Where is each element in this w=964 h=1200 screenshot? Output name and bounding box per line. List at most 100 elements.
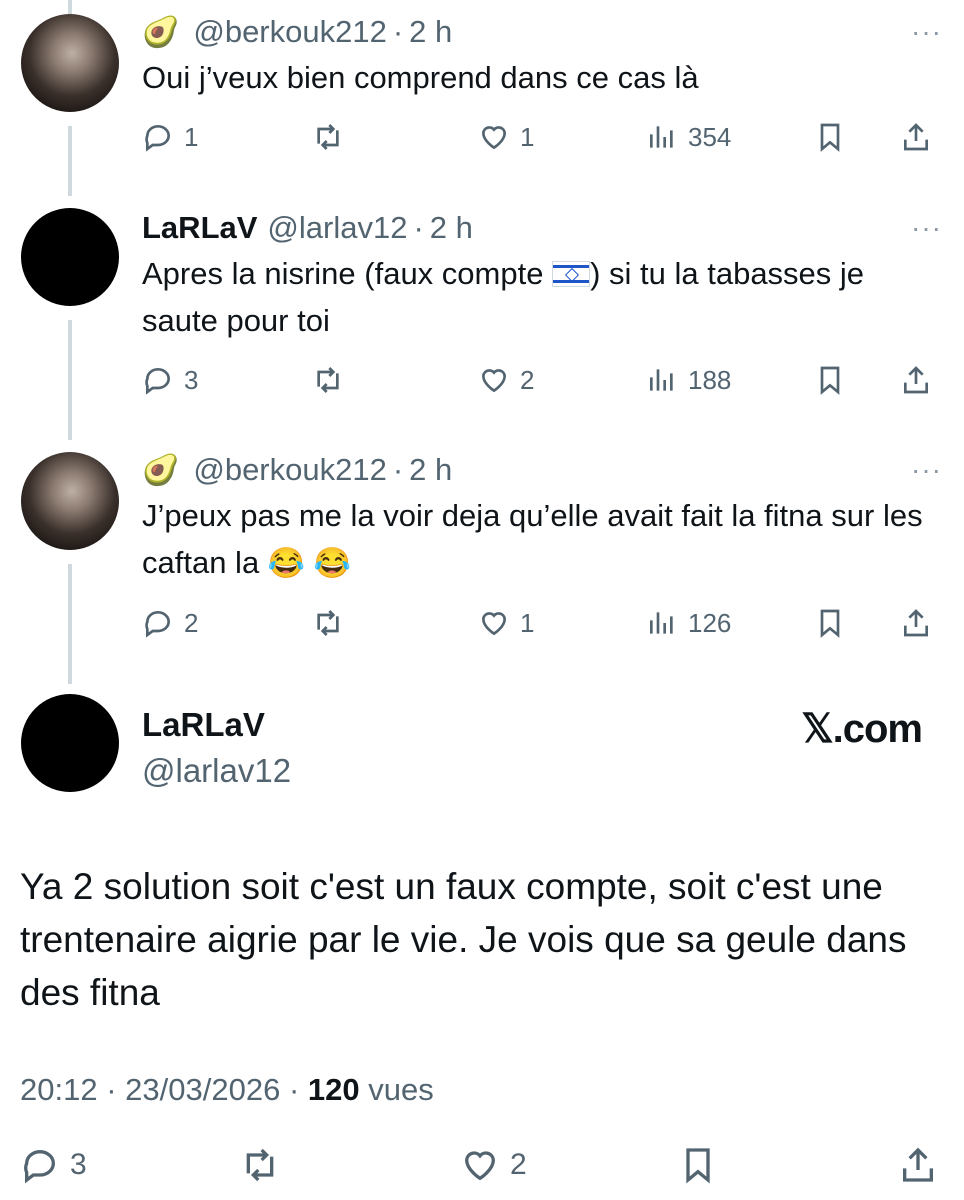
view-count: 354 (688, 121, 732, 152)
reply-count: 1 (184, 121, 199, 152)
share-button[interactable] (900, 117, 932, 157)
heart-icon (481, 612, 507, 636)
like-count: 2 (510, 1148, 527, 1181)
retweet-icon (317, 124, 339, 150)
like-button[interactable]: 1 (478, 117, 534, 157)
thread-line (68, 564, 72, 684)
reply-button[interactable]: 2 (142, 603, 198, 643)
user-handle[interactable]: @larlav12 (142, 752, 291, 790)
reply-count: 2 (184, 607, 199, 638)
timestamp[interactable]: 2 h (409, 14, 452, 50)
x-com-watermark: 𝕏.com (801, 707, 923, 751)
view-count: 188 (688, 364, 732, 395)
timestamp[interactable]: 2 h (409, 452, 452, 488)
separator: · (392, 14, 404, 49)
reply-icon (24, 1150, 55, 1184)
share-button[interactable] (900, 603, 932, 643)
heart-icon (481, 126, 507, 150)
reply-count: 3 (70, 1148, 87, 1181)
separator: · (413, 210, 424, 245)
retweet-button[interactable] (312, 117, 344, 157)
tweet-date[interactable]: 23/03/2026 (125, 1072, 280, 1107)
share-icon (903, 1147, 933, 1182)
tweet-meta: 20:12 · 23/03/2026 · 120 vues (20, 1072, 434, 1108)
tweet-text: Ya 2 solution soit c'est un faux compte,… (20, 866, 907, 1013)
like-count: 1 (520, 607, 535, 638)
tweet-text: Apres la nisrine (faux compte ) si tu la… (142, 250, 942, 344)
main-action-bar: 3 2 (0, 1145, 964, 1193)
separator: · (392, 452, 404, 487)
avatar[interactable] (21, 694, 119, 792)
heart-icon (464, 1151, 496, 1181)
timestamp[interactable]: 2 h (430, 210, 473, 246)
bookmark-icon (686, 1148, 710, 1184)
display-name[interactable]: LaRLaV (142, 706, 265, 744)
like-button[interactable]: 1 (478, 603, 534, 643)
action-bar: 1 1 354 (142, 117, 942, 157)
like-count: 1 (520, 121, 535, 152)
bookmark-button[interactable] (678, 1145, 718, 1185)
reply-tweet[interactable]: 🥑 @berkouk212 · 2 h ··· Oui j’veux bien … (142, 12, 942, 157)
like-button[interactable]: 2 (460, 1145, 527, 1185)
avatar[interactable] (21, 14, 119, 112)
thread-line (68, 126, 72, 196)
user-handle[interactable]: @berkouk212 (193, 14, 386, 50)
tweet-text: J’peux pas me la voir deja qu’elle avait… (142, 492, 942, 587)
reply-button[interactable]: 3 (142, 360, 198, 400)
reply-tweet[interactable]: 🥑 @berkouk212 · 2 h ··· J’peux pas me la… (142, 450, 942, 643)
analytics-icon (650, 369, 673, 391)
like-count: 2 (520, 364, 535, 395)
avatar[interactable] (21, 208, 119, 306)
retweet-button[interactable] (312, 360, 344, 400)
bookmark-icon (820, 609, 840, 638)
reply-icon (145, 611, 170, 638)
share-icon (904, 123, 928, 151)
bookmark-button[interactable] (814, 117, 846, 157)
views-button[interactable]: 354 (646, 117, 731, 157)
more-options-icon[interactable]: ··· (911, 454, 942, 486)
retweet-button[interactable] (240, 1145, 280, 1185)
tweet-text-part: Apres la nisrine (faux compte (142, 256, 553, 291)
share-icon (904, 366, 928, 394)
reply-count: 3 (184, 364, 199, 395)
more-options-icon[interactable]: ··· (911, 16, 942, 48)
separator: · (106, 1072, 117, 1107)
bookmark-button[interactable] (814, 360, 846, 400)
like-button[interactable]: 2 (478, 360, 534, 400)
bookmark-button[interactable] (814, 603, 846, 643)
tweet-time[interactable]: 20:12 (20, 1072, 98, 1107)
israel-flag-icon (552, 261, 591, 287)
thread-line (68, 0, 72, 14)
view-count: 126 (688, 607, 732, 638)
analytics-icon (650, 612, 673, 634)
avocado-emoji: 🥑 (142, 453, 180, 487)
tweet-text: Oui j’veux bien comprend dans ce cas là (142, 60, 699, 95)
views-button[interactable]: 188 (646, 360, 731, 400)
reply-icon (145, 368, 170, 395)
action-bar: 3 2 188 (142, 360, 942, 400)
retweet-button[interactable] (312, 603, 344, 643)
share-button[interactable] (900, 360, 932, 400)
reply-button[interactable]: 3 (20, 1145, 87, 1185)
tweet-text-part: J’peux pas me la voir deja qu’elle avait… (142, 498, 923, 580)
analytics-icon (650, 126, 673, 148)
reply-button[interactable]: 1 (142, 117, 198, 157)
avocado-emoji: 🥑 (142, 15, 180, 49)
reply-tweet[interactable]: LaRLaV @larlav12 · 2 h ··· Apres la nisr… (142, 208, 942, 400)
more-options-icon[interactable]: ··· (911, 212, 942, 244)
display-name[interactable]: LaRLaV (142, 210, 257, 246)
views-button[interactable]: 126 (646, 603, 731, 643)
share-button[interactable] (898, 1145, 938, 1185)
user-handle[interactable]: @berkouk212 (193, 452, 386, 488)
bookmark-icon (820, 366, 840, 395)
reply-icon (145, 125, 170, 152)
bookmark-icon (820, 123, 840, 152)
retweet-icon (246, 1148, 274, 1182)
thread-line (68, 320, 72, 440)
retweet-icon (317, 367, 339, 393)
avatar[interactable] (21, 452, 119, 550)
user-handle[interactable]: @larlav12 (267, 210, 407, 246)
laughing-emoji: 😂 😂 (267, 547, 351, 580)
views-label: vues (368, 1072, 434, 1107)
action-bar: 2 1 126 (142, 603, 942, 643)
